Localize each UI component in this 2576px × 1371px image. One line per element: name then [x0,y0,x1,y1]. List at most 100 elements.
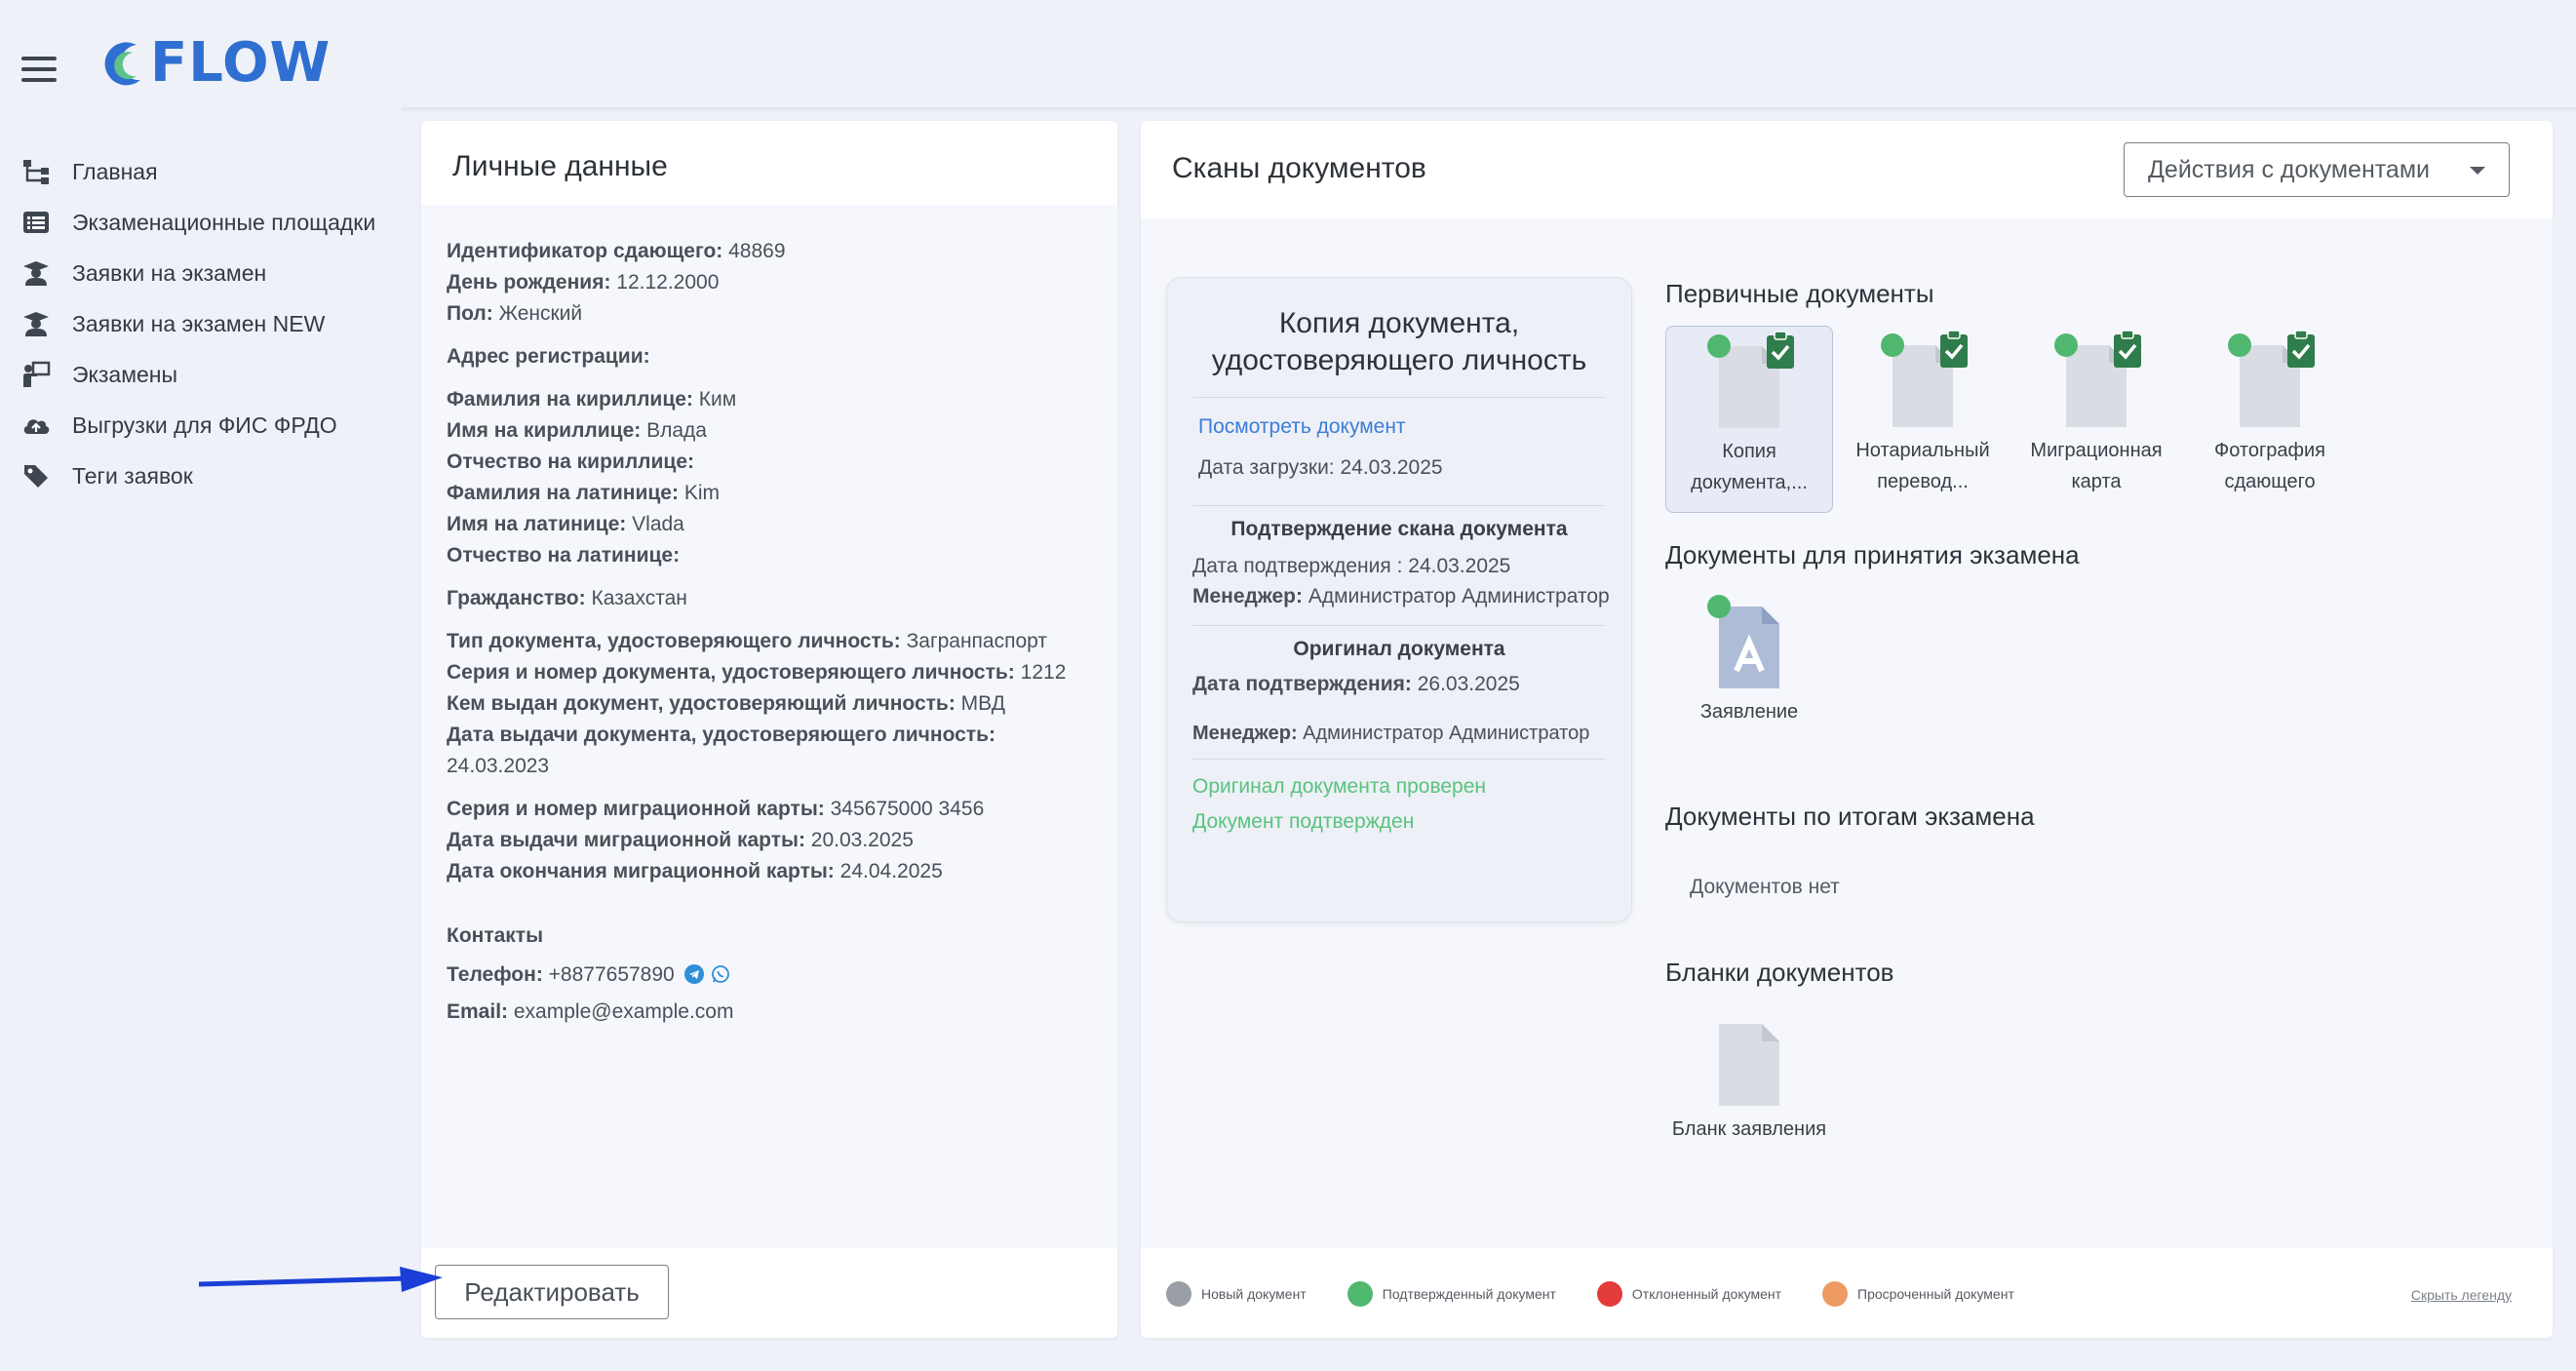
flow-logo[interactable]: FLOW [98,35,331,92]
sidebar-item-label: Заявки на экзамен NEW [72,310,326,336]
field-label: Имя на кириллице: [447,419,642,442]
legend-item-new: Новый документ [1166,1281,1307,1307]
status-dot-icon [1881,333,1904,357]
field-label: Гражданство: [447,587,586,609]
migration-card-issue-date: Дата выдачи миграционной карты: 20.03.20… [447,825,1092,856]
patronymic-cyrillic: Отчество на кириллице: [447,447,1092,478]
hamburger-icon-line [21,67,57,71]
doc-tile-migration-card[interactable]: Миграционная карта [2012,326,2180,497]
personal-data-card: Личные данные Идентификатор сдающего: 48… [421,121,1117,1338]
field-label: Дата окончания миграционной карты: [447,860,835,882]
first-name-cyrillic: Имя на кириллице: Влада [447,415,1092,447]
label-line: Нотариальный [1855,440,1990,461]
field-label: День рождения: [447,271,611,294]
file-icon [2054,330,2141,427]
document-detail-panel: Копия документа, удостоверяющего личност… [1166,277,1632,922]
sidebar-item-label: Выгрузки для ФИС ФРДО [72,411,337,438]
contacts-title: Контакты [447,921,1092,952]
sidebar-item-exam-applications[interactable]: Заявки на экзамен [0,248,410,298]
field-label: Имя на латинице: [447,513,627,535]
sidebar-item-exams[interactable]: Экзамены [0,349,410,400]
title-line: Копия документа, [1278,307,1520,339]
section-heading: Контакты [447,924,544,947]
label-line: перевод... [1877,471,1969,492]
no-documents-text: Документов нет [1690,876,1840,898]
document-actions-dropdown[interactable]: Действия с документами [2124,142,2510,197]
email: Email: example@example.com [447,997,1092,1028]
field-label: Дата выдачи документа, удостоверяющего л… [447,724,995,746]
field-value: +8877657890 [548,963,675,986]
last-name-latin: Фамилия на латинице: Kim [447,478,1092,509]
view-document-link[interactable]: Посмотреть документ [1198,415,1406,439]
legend-dot-icon [1347,1281,1373,1307]
sidebar-item-label: Теги заявок [72,462,193,489]
field-value: Администратор Администратор [1308,585,1610,607]
field-label: Дата подтверждения: [1192,673,1412,695]
hide-legend-link[interactable]: Скрыть легенду [2411,1287,2512,1303]
label-line: Миграционная [2030,440,2163,461]
sidebar-item-exam-venues[interactable]: Экзаменационные площадки [0,197,410,248]
status-legend: Новый документ Подтвержденный документ О… [1166,1281,2055,1307]
field-value: 24.03.2023 [447,755,550,777]
doc-tile-label: Бланк заявления [1671,1118,1827,1140]
field-value: 20.03.2025 [810,829,914,851]
scan-confirmation-title: Подтверждение скана документа [1230,518,1568,540]
sidebar-item-exam-applications-new[interactable]: Заявки на экзамен NEW [0,298,410,349]
sidebar-item-fis-frdo-exports[interactable]: Выгрузки для ФИС ФРДО [0,400,410,450]
legend-label: Просроченный документ [1857,1286,2014,1302]
upload-date: Дата загрузки: 24.03.2025 [1198,456,1443,479]
legend-item-confirmed: Подтвержденный документ [1347,1281,1556,1307]
whatsapp-icon[interactable] [711,964,730,984]
gender: Пол: Женский [447,298,1092,330]
caret-down-icon [2470,167,2485,175]
sidebar-item-home[interactable]: Главная [0,146,410,197]
legend-label: Новый документ [1201,1286,1307,1302]
header-divider [402,107,2576,113]
doc-tile-application-blank[interactable]: Бланк заявления [1665,1004,1833,1145]
hamburger-icon-line [21,78,57,82]
id-document-issue-date: Дата выдачи документа, удостоверяющего л… [447,720,1092,782]
label-line: Фотография [2214,440,2325,461]
legend-label: Отклоненный документ [1631,1286,1782,1302]
doc-tile-label: Миграционная карта [2012,435,2180,497]
document-scans-header: Сканы документов Действия с документами [1141,121,2553,218]
field-label: Отчество на латинице: [447,544,681,567]
patronymic-latin: Отчество на латинице: [447,540,1092,571]
field-value: 345675000 3456 [830,798,985,820]
doc-tile-label: Фотография сдающего [2186,435,2354,497]
primary-documents-title: Первичные документы [1665,279,1934,308]
sidebar-item-label: Экзамены [72,361,178,387]
edit-button[interactable]: Редактировать [435,1265,669,1319]
sidebar: Главная Экзаменационные площадки Заявки … [0,146,410,501]
doc-tile-notarized-translation[interactable]: Нотариальный перевод... [1839,326,2007,497]
cloud-upload-icon [20,411,53,440]
status-dot-icon [2228,333,2251,357]
doc-tile-id-copy[interactable]: Копия документа,... [1665,326,1833,513]
field-label: Менеджер: [1192,723,1298,744]
telegram-icon[interactable] [683,964,704,984]
file-icon [1719,1012,1779,1106]
field-value: 26.03.2025 [1417,673,1520,695]
scan-confirmation-date: Дата подтверждения : 24.03.2025 [1192,555,1511,577]
doc-tile-application[interactable]: Заявление [1665,587,1833,727]
legend-dot-icon [1166,1281,1191,1307]
pdf-file-icon [1707,595,1779,688]
dropdown-label: Действия с документами [2148,155,2430,183]
legend-dot-icon [1596,1281,1622,1307]
field-value: example@example.com [513,1000,734,1023]
field-label: Фамилия на кириллице: [447,388,693,411]
sidebar-item-application-tags[interactable]: Теги заявок [0,450,410,501]
birthday: День рождения: 12.12.2000 [447,267,1092,298]
document-detail-title: Копия документа, удостоверяющего личност… [1167,305,1631,379]
phone: Телефон: +8877657890 [447,960,1092,991]
teacher-board-icon [20,360,53,389]
clipboard-check-icon [2287,330,2315,368]
field-label: Email: [447,1000,509,1023]
first-name-latin: Имя на латинице: Vlada [447,509,1092,540]
document-scans-card: Сканы документов Действия с документами … [1141,121,2553,1338]
doc-tile-candidate-photo[interactable]: Фотография сдающего [2186,326,2354,497]
legend-footer: Новый документ Подтвержденный документ О… [1141,1248,2553,1338]
menu-toggle-button[interactable] [21,57,57,82]
legend-item-rejected: Отклоненный документ [1596,1281,1782,1307]
field-label: Тип документа, удостоверяющего личность: [447,630,901,652]
